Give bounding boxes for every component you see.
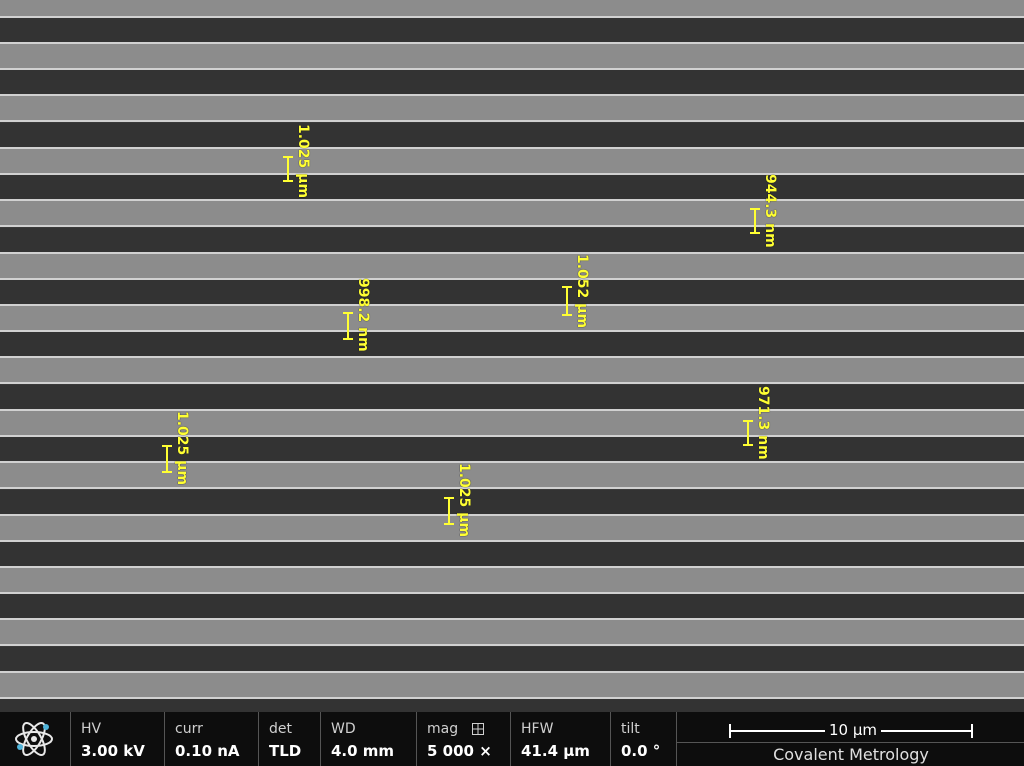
line-edge	[0, 42, 1024, 44]
measurement-label: 998.2 nm	[355, 278, 371, 352]
line-stripe	[0, 671, 1024, 699]
measurement-label: 944.3 nm	[762, 174, 778, 248]
trench-stripe	[0, 18, 1024, 42]
trench-stripe	[0, 332, 1024, 356]
tilt-field: tilt 0.0 °	[610, 712, 676, 766]
line-edge	[0, 199, 1024, 201]
sem-databar: HV 3.00 kV curr 0.10 nA det TLD WD 4.0 m…	[0, 710, 1024, 766]
measurement-bracket	[444, 497, 454, 525]
trench-stripe	[0, 280, 1024, 304]
line-stripe	[0, 42, 1024, 70]
trench-stripe	[0, 70, 1024, 94]
working-distance-value: 4.0 mm	[331, 742, 395, 760]
line-stripe	[0, 566, 1024, 594]
working-distance-field: WD 4.0 mm	[320, 712, 416, 766]
line-edge	[0, 147, 1024, 149]
measurement-bracket	[743, 420, 753, 446]
line-stripe	[0, 409, 1024, 437]
detector-value: TLD	[269, 742, 302, 760]
trench-stripe	[0, 123, 1024, 147]
trench-stripe	[0, 542, 1024, 566]
hv-value: 3.00 kV	[81, 742, 145, 760]
measurement-label: 1.025 µm	[456, 463, 472, 538]
line-stripe	[0, 199, 1024, 227]
line-edge	[0, 514, 1024, 516]
measurement-label: 971.3 nm	[755, 386, 771, 460]
line-edge	[0, 409, 1024, 411]
line-edge	[0, 382, 1024, 384]
measurement-bracket	[343, 312, 353, 340]
line-stripe	[0, 618, 1024, 646]
magnification-value: 5 000 ×	[427, 742, 492, 760]
trench-stripe	[0, 647, 1024, 671]
measurement-bracket	[283, 156, 293, 182]
measurement-label: 1.025 µm	[295, 124, 311, 199]
current-label: curr	[175, 721, 203, 737]
line-stripe	[0, 94, 1024, 122]
line-edge	[0, 304, 1024, 306]
hv-label: HV	[81, 721, 102, 737]
line-stripe	[0, 147, 1024, 175]
trench-stripe	[0, 699, 1024, 710]
current-field: curr 0.10 nA	[164, 712, 258, 766]
measurement-label: 1.052 µm	[574, 254, 590, 329]
line-stripe	[0, 461, 1024, 489]
current-value: 0.10 nA	[175, 742, 240, 760]
hv-field: HV 3.00 kV	[70, 712, 164, 766]
trench-stripe	[0, 228, 1024, 252]
scale-bar-label: 10 µm	[825, 719, 882, 741]
line-edge	[0, 94, 1024, 96]
line-edge	[0, 566, 1024, 568]
measurement-bracket	[562, 286, 572, 316]
trench-stripe	[0, 490, 1024, 514]
trench-stripe	[0, 594, 1024, 618]
line-edge	[0, 487, 1024, 489]
organization-name: Covalent Metrology	[773, 745, 929, 764]
hfw-label: HFW	[521, 721, 554, 737]
measurement-bracket	[750, 208, 760, 234]
line-edge	[0, 644, 1024, 646]
line-stripe	[0, 514, 1024, 542]
hfw-value: 41.4 µm	[521, 742, 590, 760]
line-stripe	[0, 252, 1024, 280]
atom-icon	[0, 712, 68, 766]
detector-label: det	[269, 721, 292, 737]
grid-icon	[472, 723, 485, 735]
line-stripe	[0, 356, 1024, 384]
line-edge	[0, 356, 1024, 358]
line-edge	[0, 252, 1024, 254]
line-edge	[0, 120, 1024, 122]
trench-stripe	[0, 175, 1024, 199]
sem-micrograph: 1.025 µm 944.3 nm 1.052 µm 998.2 nm 971.…	[0, 0, 1024, 710]
scale-bar: 10 µm Covalent Metrology	[676, 712, 1024, 766]
measurement-label: 1.025 µm	[174, 411, 190, 486]
line-edge	[0, 618, 1024, 620]
trench-stripe	[0, 385, 1024, 409]
line-edge	[0, 671, 1024, 673]
working-distance-label: WD	[331, 721, 356, 737]
detector-field: det TLD	[258, 712, 320, 766]
tilt-value: 0.0 °	[621, 742, 661, 760]
tilt-label: tilt	[621, 721, 640, 737]
line-stripe	[0, 304, 1024, 332]
magnification-label: mag	[427, 721, 459, 737]
hfw-field: HFW 41.4 µm	[510, 712, 610, 766]
trench-stripe	[0, 437, 1024, 461]
line-edge	[0, 461, 1024, 463]
line-edge	[0, 225, 1024, 227]
measurement-bracket	[162, 445, 172, 473]
magnification-field: mag 5 000 ×	[416, 712, 510, 766]
